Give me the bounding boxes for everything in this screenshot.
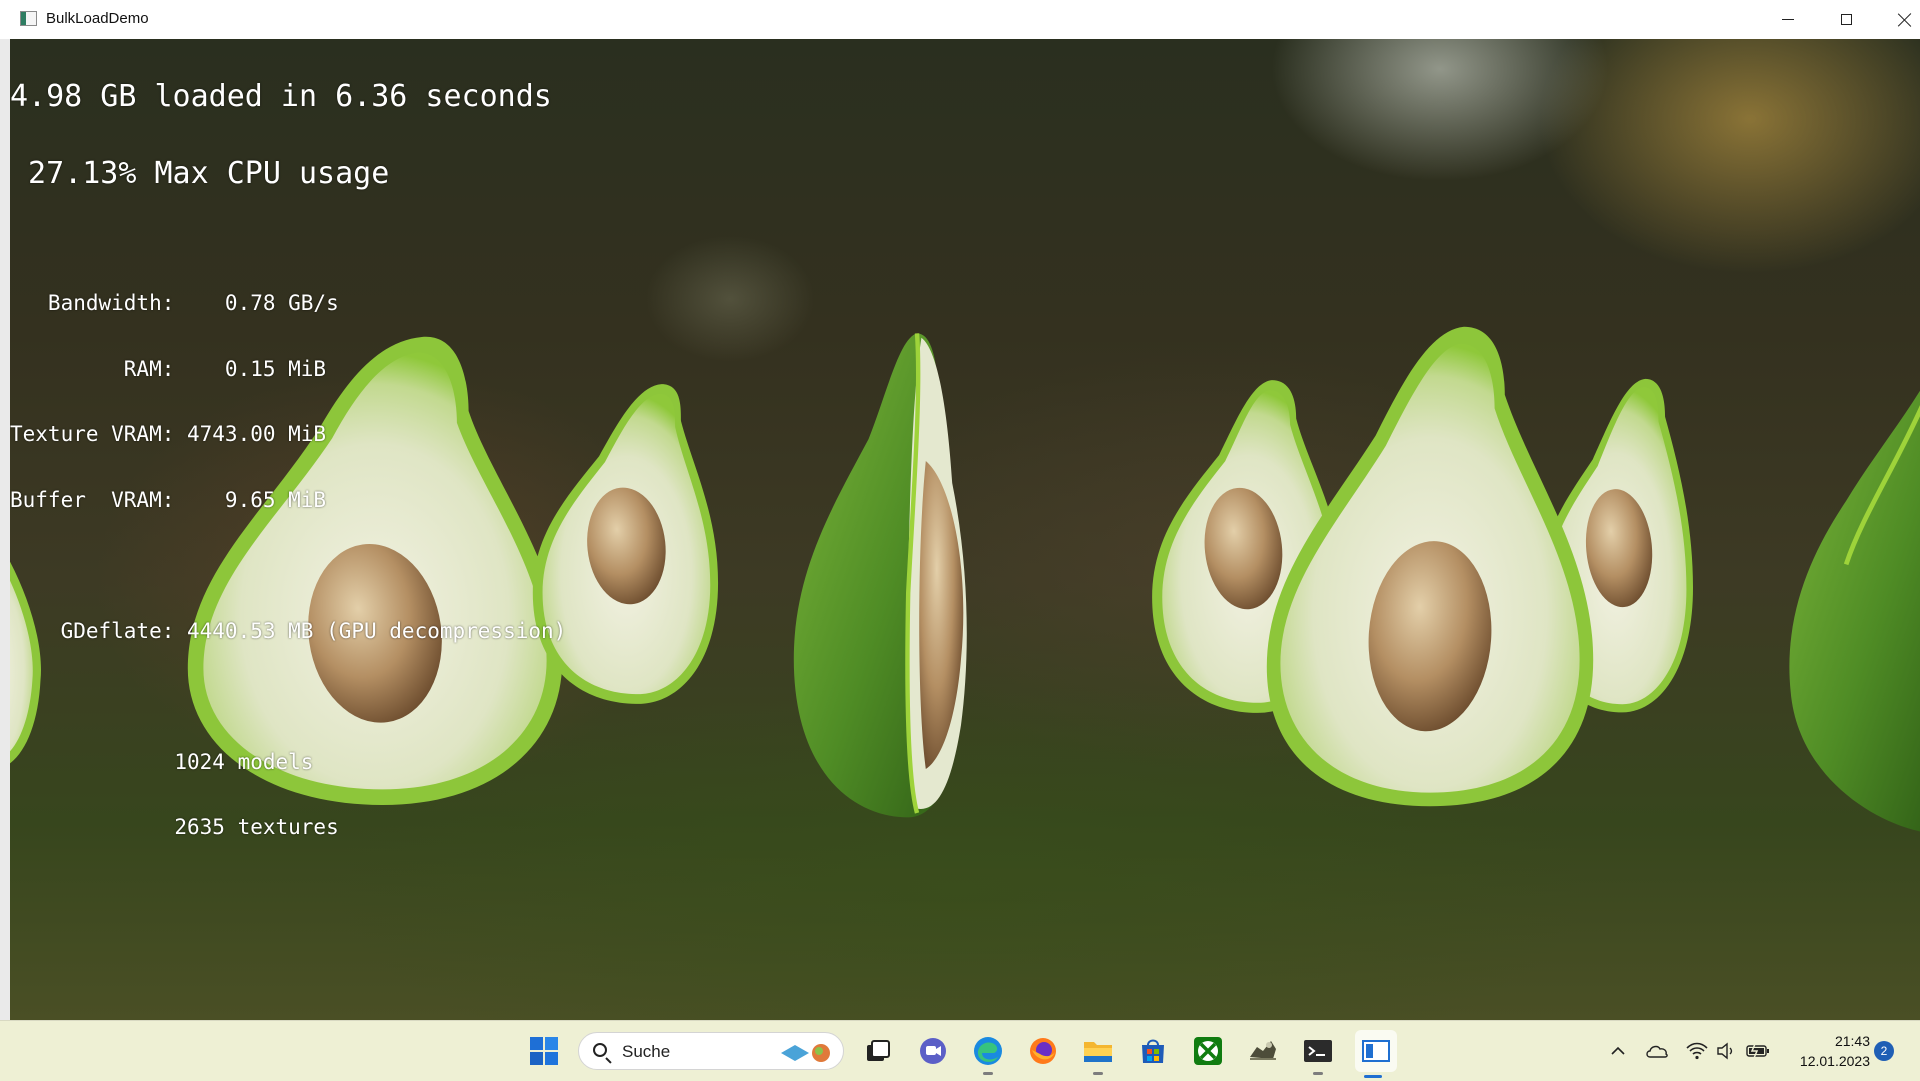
- teams-chat-icon: [920, 1038, 946, 1064]
- stat-gdeflate: GDeflate: 4440.53 MB (GPU decompression): [10, 618, 567, 643]
- avocado-partial-right: [1782, 374, 1920, 834]
- notification-badge[interactable]: 2: [1874, 1041, 1894, 1061]
- running-indicator: [1364, 1075, 1382, 1078]
- window-title: BulkLoadDemo: [46, 10, 149, 27]
- clock-date: 12.01.2023: [1799, 1053, 1870, 1069]
- bulkloaddemo-icon: [1362, 1040, 1390, 1062]
- avocado-half-5: [1260, 319, 1600, 814]
- firefox-button[interactable]: [1025, 1033, 1061, 1069]
- file-explorer-button[interactable]: [1080, 1033, 1116, 1075]
- chevron-up-icon: [1611, 1046, 1625, 1055]
- onedrive-icon: [1646, 1045, 1668, 1058]
- stat-bandwidth: Bandwidth: 0.78 GB/s: [10, 291, 339, 315]
- xbox-icon: [1194, 1037, 1222, 1065]
- search-placeholder: Suche: [622, 1042, 671, 1061]
- stat-ram: RAM: 0.15 MiB: [10, 356, 327, 381]
- battery-button[interactable]: [1744, 1021, 1772, 1081]
- volume-button[interactable]: [1714, 1021, 1738, 1081]
- task-view-button[interactable]: [860, 1033, 896, 1069]
- search-highlight-icon: [781, 1044, 830, 1062]
- minimize-icon: [1782, 19, 1794, 20]
- game-icon: [1250, 1041, 1276, 1060]
- close-button[interactable]: [1876, 0, 1920, 39]
- store-button[interactable]: [1135, 1033, 1171, 1069]
- terminal-button[interactable]: [1300, 1033, 1336, 1075]
- running-indicator: [1313, 1072, 1323, 1075]
- edge-icon: [974, 1037, 1002, 1065]
- task-view-icon: [867, 1040, 890, 1061]
- stat-texture-vram: Texture VRAM: 4743.00 MiB: [10, 422, 327, 446]
- taskbar-clock[interactable]: 21:43 12.01.2023: [1780, 1031, 1870, 1071]
- minimize-button[interactable]: [1759, 0, 1817, 39]
- xbox-button[interactable]: [1190, 1033, 1226, 1069]
- search-icon: [593, 1043, 607, 1057]
- app-icon: [20, 11, 37, 26]
- edge-button[interactable]: [970, 1033, 1006, 1075]
- taskbar-search[interactable]: Suche: [578, 1032, 844, 1070]
- maximize-button[interactable]: [1817, 0, 1875, 39]
- wifi-icon: [1686, 1042, 1708, 1060]
- game-button[interactable]: [1245, 1033, 1281, 1069]
- running-indicator: [1093, 1072, 1103, 1075]
- load-summary: 4.98 GB loaded in 6.36 seconds: [10, 79, 552, 114]
- volume-icon: [1717, 1042, 1733, 1060]
- teams-chat-button[interactable]: [915, 1033, 951, 1069]
- render-viewport[interactable]: 4.98 GB loaded in 6.36 seconds 27.13% Ma…: [10, 39, 1920, 1020]
- window-border: [0, 39, 10, 1020]
- cpu-usage: 27.13% Max CPU usage: [10, 156, 390, 191]
- avocado-side: [785, 329, 1005, 824]
- maximize-icon: [1840, 14, 1852, 25]
- stat-buffer-vram: Buffer VRAM: 9.65 MiB: [10, 487, 327, 512]
- stat-spacer: [10, 552, 566, 580]
- stat-models: 1024 models: [10, 749, 314, 774]
- start-button[interactable]: [526, 1033, 562, 1069]
- windows-start-icon: [530, 1037, 558, 1065]
- clock-time: 21:43: [1834, 1033, 1870, 1049]
- stats-overlay: 4.98 GB loaded in 6.36 seconds 27.13% Ma…: [10, 39, 566, 880]
- tray-overflow-button[interactable]: [1604, 1021, 1632, 1081]
- stat-textures: 2635 textures: [10, 815, 339, 839]
- window-titlebar[interactable]: BulkLoadDemo: [0, 0, 1920, 40]
- store-icon: [1142, 1039, 1164, 1063]
- close-icon: [1898, 13, 1912, 27]
- taskbar: Suche 21:43 12.01.2023 2: [0, 1020, 1920, 1081]
- terminal-icon: [1304, 1040, 1332, 1062]
- stat-spacer-2: [10, 683, 566, 711]
- onedrive-button[interactable]: [1642, 1021, 1672, 1081]
- battery-icon: [1746, 1044, 1769, 1058]
- firefox-icon: [1030, 1038, 1056, 1064]
- running-indicator: [983, 1072, 993, 1075]
- wifi-button[interactable]: [1684, 1021, 1710, 1081]
- file-explorer-icon: [1084, 1042, 1112, 1062]
- bulkloaddemo-taskbar-button[interactable]: [1355, 1030, 1397, 1078]
